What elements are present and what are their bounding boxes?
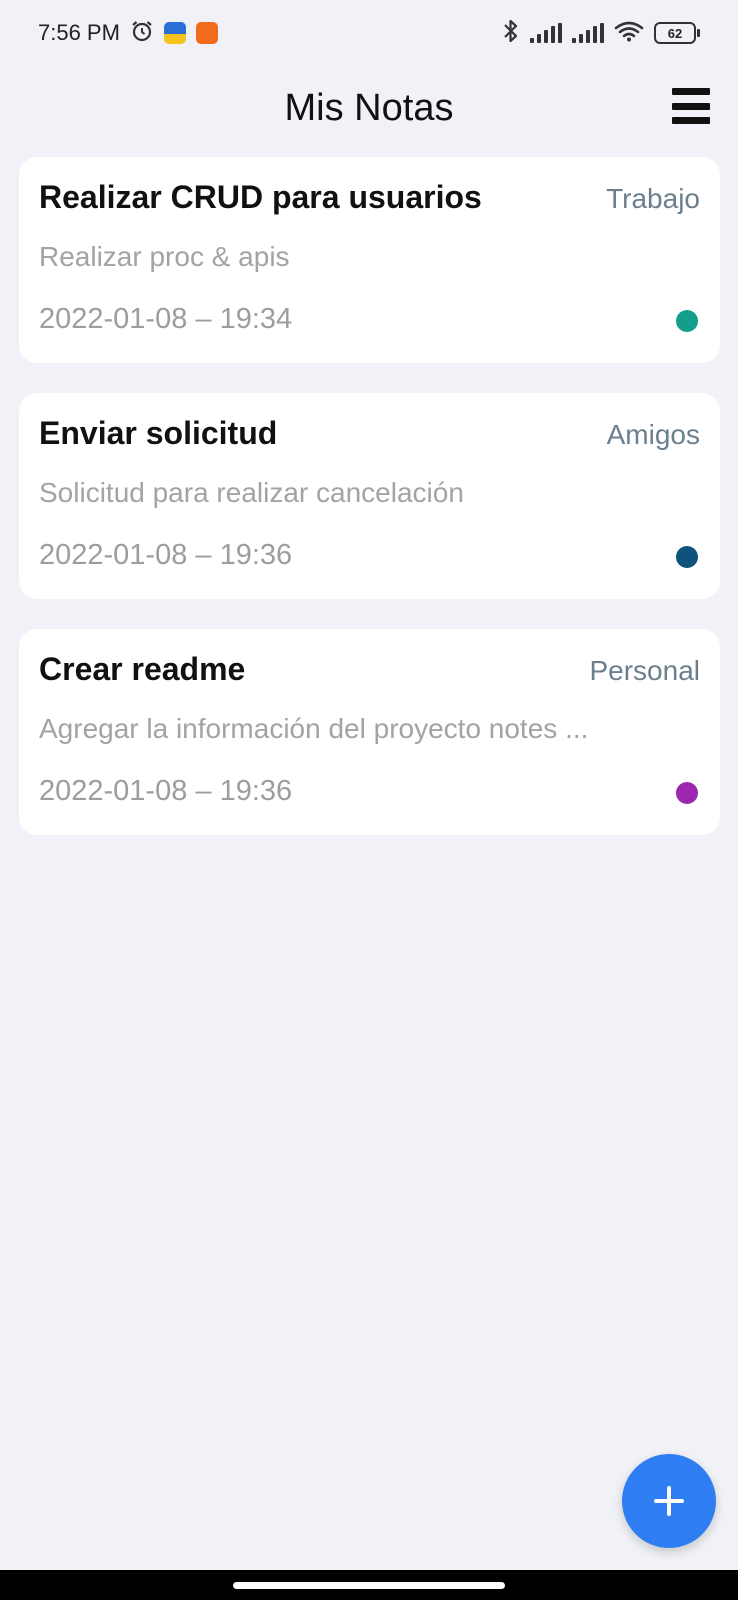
- wifi-icon: [614, 20, 644, 47]
- note-date: 2022-01-08 – 19:36: [39, 539, 293, 571]
- note-color-dot: [676, 310, 698, 332]
- bluetooth-icon: [502, 18, 520, 49]
- note-description: Solicitud para realizar cancelación: [39, 477, 464, 508]
- note-color-dot: [676, 782, 698, 804]
- note-card[interactable]: Enviar solicitud Amigos Solicitud para r…: [19, 393, 720, 599]
- note-title: Enviar solicitud: [39, 415, 278, 451]
- app-header: Mis Notas: [0, 66, 738, 150]
- note-color-dot: [676, 546, 698, 568]
- note-card[interactable]: Crear readme Personal Agregar la informa…: [19, 629, 720, 835]
- alarm-icon: [130, 19, 154, 48]
- note-title: Realizar CRUD para usuarios: [39, 179, 482, 215]
- plus-icon: [654, 1486, 684, 1516]
- note-title: Crear readme: [39, 651, 246, 687]
- notes-list: Realizar CRUD para usuarios Trabajo Real…: [19, 157, 720, 865]
- signal-icon: [530, 23, 562, 43]
- home-indicator[interactable]: [233, 1581, 505, 1589]
- note-description: Agregar la información del proyecto note…: [39, 713, 589, 744]
- add-note-button[interactable]: [622, 1454, 716, 1548]
- note-description: Realizar proc & apis: [39, 241, 290, 272]
- note-date: 2022-01-08 – 19:34: [39, 303, 293, 335]
- system-nav-bar: [0, 1570, 738, 1600]
- status-bar-right: 62: [502, 18, 700, 49]
- note-category: Amigos: [606, 419, 700, 450]
- note-date: 2022-01-08 – 19:36: [39, 775, 293, 807]
- page-title: Mis Notas: [284, 86, 454, 129]
- notes-app-screen: 7:56 PM 62 Mis Notas Realizar CRUD para …: [0, 0, 738, 1600]
- status-bar-left: 7:56 PM: [38, 19, 218, 48]
- signal-icon: [572, 23, 604, 43]
- status-time: 7:56 PM: [38, 20, 120, 45]
- note-card[interactable]: Realizar CRUD para usuarios Trabajo Real…: [19, 157, 720, 363]
- app-badge-blue: [163, 22, 186, 44]
- battery-icon: 62: [654, 22, 700, 44]
- note-category: Personal: [589, 655, 700, 686]
- status-bar: 7:56 PM 62: [0, 0, 738, 66]
- note-category: Trabajo: [606, 183, 700, 214]
- app-badge-orange: [195, 22, 218, 44]
- hamburger-menu-icon[interactable]: [672, 88, 710, 124]
